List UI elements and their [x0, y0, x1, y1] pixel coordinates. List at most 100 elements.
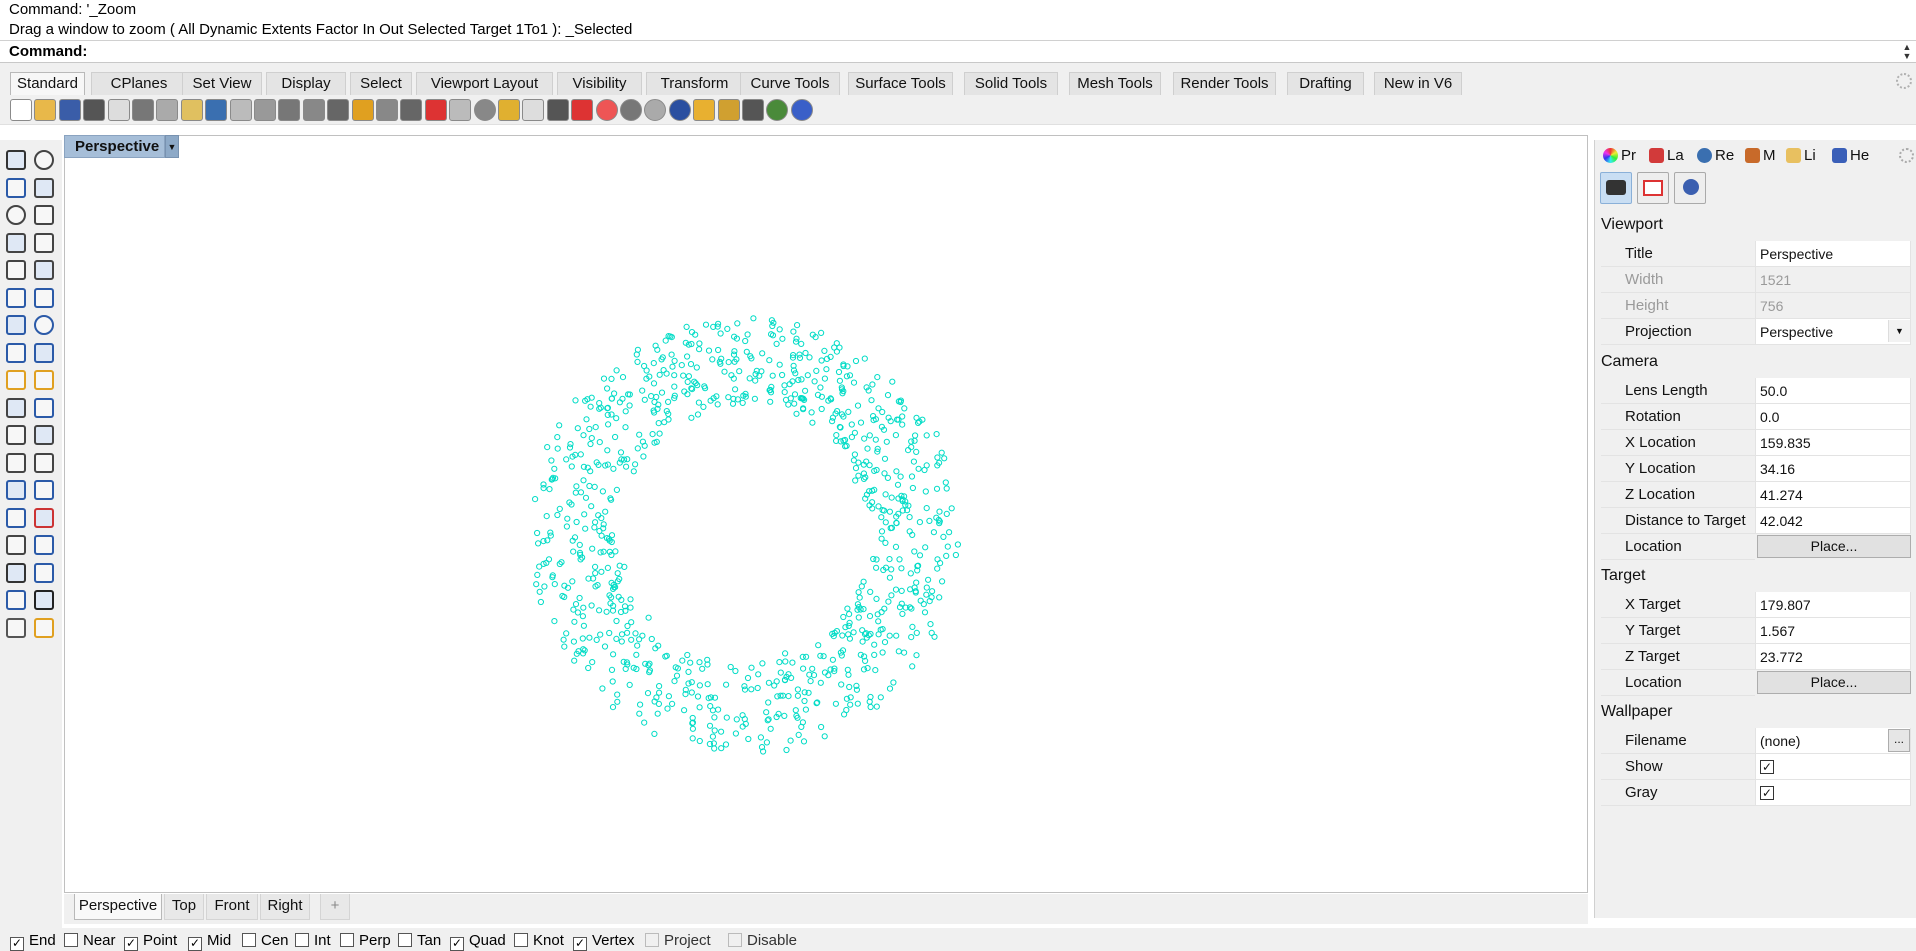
tab-render-tools[interactable]: Render Tools	[1173, 72, 1276, 95]
point-object[interactable]	[878, 514, 885, 521]
point-object[interactable]	[685, 680, 692, 687]
point-object[interactable]	[873, 564, 880, 571]
point-object[interactable]	[656, 371, 663, 378]
point-object[interactable]	[580, 477, 587, 484]
point-object[interactable]	[574, 425, 581, 432]
point-object[interactable]	[852, 477, 859, 484]
camera-icon[interactable]	[1600, 172, 1632, 204]
point-object[interactable]	[715, 346, 722, 354]
point-object[interactable]	[571, 657, 578, 664]
point-object[interactable]	[709, 707, 717, 714]
point-object[interactable]	[818, 723, 825, 731]
checkbox-icon[interactable]: ✓	[573, 937, 587, 951]
point-object[interactable]	[628, 636, 635, 643]
panel-tab-materials[interactable]: M	[1745, 145, 1776, 167]
point-object[interactable]	[943, 485, 950, 492]
osnap-cen[interactable]: Cen	[242, 932, 289, 951]
point-object[interactable]	[908, 605, 915, 612]
point-object[interactable]	[554, 445, 561, 452]
point-object[interactable]	[586, 425, 593, 433]
point-object[interactable]	[867, 588, 874, 595]
tab-cplanes[interactable]: CPlanes	[91, 72, 187, 95]
cylinder-icon[interactable]	[6, 342, 26, 363]
point-object[interactable]	[687, 361, 695, 368]
point-object[interactable]	[776, 361, 783, 368]
point-object[interactable]	[622, 424, 629, 431]
point-object[interactable]	[596, 607, 603, 614]
point-object[interactable]	[886, 556, 893, 563]
point-object[interactable]	[532, 496, 539, 503]
point-object[interactable]	[893, 632, 900, 639]
point-object[interactable]	[842, 624, 849, 631]
point-object[interactable]	[656, 689, 663, 696]
show-checkbox[interactable]: ✓	[1760, 760, 1774, 774]
point-object[interactable]	[543, 513, 550, 520]
point-object[interactable]	[663, 370, 670, 377]
point-object[interactable]	[636, 710, 643, 717]
point-object[interactable]	[624, 622, 631, 630]
point-object[interactable]	[922, 488, 929, 495]
point-object[interactable]	[596, 439, 603, 446]
point-object[interactable]	[688, 414, 695, 421]
point-object[interactable]	[898, 587, 905, 594]
point-object[interactable]	[730, 351, 738, 358]
tab-display[interactable]: Display	[266, 72, 346, 95]
point-object[interactable]	[608, 395, 616, 402]
point-object[interactable]	[832, 700, 840, 707]
block-icon[interactable]	[6, 535, 26, 555]
point-object[interactable]	[817, 679, 824, 686]
point-object[interactable]	[796, 351, 803, 358]
point-object[interactable]	[882, 491, 889, 498]
point-object[interactable]	[769, 372, 776, 379]
point-object[interactable]	[668, 351, 675, 358]
fillet-icon[interactable]	[6, 397, 26, 418]
shade-icon[interactable]	[6, 425, 26, 445]
point-object[interactable]	[779, 371, 786, 379]
checkbox-icon[interactable]: ✓	[124, 937, 138, 951]
point-object[interactable]	[715, 706, 722, 713]
point-object[interactable]	[909, 484, 917, 492]
point-object[interactable]	[650, 360, 657, 367]
point-object[interactable]	[821, 733, 828, 740]
dimension-icon[interactable]	[34, 480, 54, 500]
point-object[interactable]	[671, 357, 678, 364]
point-object[interactable]	[587, 403, 594, 410]
point-object[interactable]	[871, 651, 878, 659]
point-object[interactable]	[845, 408, 852, 415]
point-object[interactable]	[696, 340, 703, 347]
point-object[interactable]	[554, 511, 561, 519]
point-object[interactable]	[763, 709, 770, 716]
point-object[interactable]	[671, 383, 678, 390]
point-object[interactable]	[923, 591, 930, 598]
distance-field[interactable]: 42.042	[1755, 508, 1911, 534]
point-object[interactable]	[923, 462, 930, 469]
point-object[interactable]	[704, 681, 711, 688]
osnap-perp[interactable]: Perp	[340, 932, 391, 951]
checkbox-icon[interactable]	[295, 933, 309, 947]
point-object[interactable]	[600, 375, 608, 382]
sphere-icon[interactable]	[668, 99, 691, 121]
point-object[interactable]	[754, 684, 761, 692]
shaded-icon[interactable]	[449, 99, 472, 121]
point-object[interactable]	[873, 703, 880, 710]
gear-icon[interactable]	[1896, 73, 1912, 89]
point-object[interactable]	[782, 650, 789, 657]
point-object[interactable]	[942, 479, 949, 486]
point-object[interactable]	[856, 594, 863, 601]
paint-icon[interactable]	[34, 617, 54, 638]
osnap-mid[interactable]: ✓ Mid	[188, 932, 231, 951]
point-object[interactable]	[850, 379, 858, 386]
point-object[interactable]	[640, 453, 647, 460]
point-object[interactable]	[948, 505, 955, 512]
point-object[interactable]	[579, 635, 586, 642]
point-object[interactable]	[748, 686, 755, 693]
point-object[interactable]	[783, 746, 790, 754]
osnap-point[interactable]: ✓ Point	[124, 932, 177, 951]
point-object[interactable]	[588, 602, 595, 609]
point-object[interactable]	[886, 508, 894, 515]
cut-icon[interactable]	[132, 99, 154, 121]
point-object[interactable]	[597, 631, 604, 638]
point-object[interactable]	[651, 398, 658, 406]
point-object[interactable]	[617, 449, 625, 456]
point-object[interactable]	[613, 635, 620, 642]
